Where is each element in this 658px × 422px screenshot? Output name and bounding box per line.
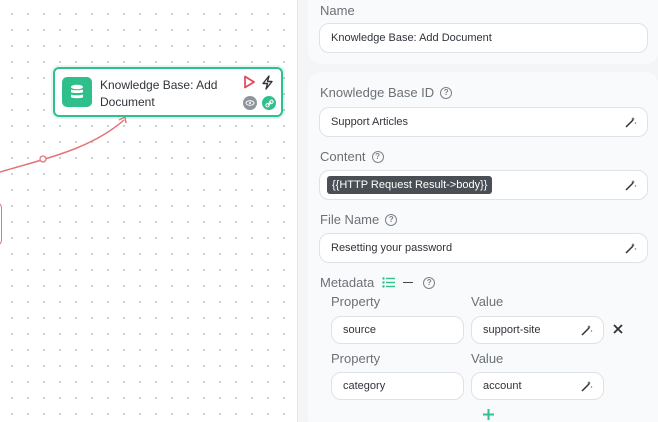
knowledge-base-id-label: Knowledge Base ID ? (320, 85, 453, 100)
link-badge-icon[interactable] (262, 96, 276, 110)
metadata-property-input[interactable]: source (331, 316, 464, 344)
node-title: Knowledge Base: Add Document (100, 78, 218, 109)
file-name-input[interactable]: Resetting your password (319, 233, 648, 263)
metadata-value-input[interactable]: account (471, 372, 604, 400)
help-icon[interactable]: ? (371, 150, 384, 163)
magic-wand-icon[interactable] (624, 179, 637, 192)
magic-wand-icon[interactable] (580, 324, 593, 337)
value-header: Value (471, 294, 504, 309)
value-header: Value (471, 351, 504, 366)
metadata-label: Metadata ? (320, 275, 436, 290)
eye-badge-icon[interactable] (243, 96, 257, 110)
metadata-property-input[interactable]: category (331, 372, 464, 400)
edge-connector (0, 115, 127, 173)
knowledge-base-id-input[interactable]: Support Articles (319, 107, 648, 137)
help-icon[interactable]: ? (440, 86, 453, 99)
file-name-label: File Name ? (320, 212, 398, 227)
content-label: Content ? (320, 149, 384, 164)
property-header: Property (331, 351, 381, 366)
add-row-icon[interactable] (482, 408, 495, 421)
database-icon (62, 77, 92, 107)
metadata-value-input[interactable]: support-site (471, 316, 604, 344)
fields-card: Knowledge Base ID ? Support Articles Con… (308, 72, 658, 422)
property-header: Property (331, 294, 381, 309)
variable-token[interactable]: {{HTTP Request Result->body}} (327, 176, 493, 194)
minus-icon[interactable] (403, 281, 414, 284)
node-settings-panel: Name Knowledge Base: Add Document Knowle… (297, 0, 658, 422)
play-icon[interactable] (243, 75, 256, 89)
previous-node[interactable] (0, 202, 2, 246)
help-icon[interactable]: ? (423, 276, 436, 289)
name-label: Name (320, 3, 355, 18)
magic-wand-icon[interactable] (580, 380, 593, 393)
knowledge-base-node[interactable]: Knowledge Base: Add Document (53, 67, 283, 117)
name-card: Name Knowledge Base: Add Document (308, 0, 658, 64)
workflow-canvas[interactable]: Knowledge Base: Add Document (0, 0, 300, 422)
close-icon[interactable] (613, 324, 623, 334)
content-input[interactable]: {{HTTP Request Result->body}} (319, 170, 648, 200)
list-icon[interactable] (382, 277, 396, 288)
magic-wand-icon[interactable] (624, 242, 637, 255)
lightning-icon[interactable] (261, 75, 274, 90)
name-input[interactable]: Knowledge Base: Add Document (319, 23, 648, 53)
help-icon[interactable]: ? (385, 213, 398, 226)
magic-wand-icon[interactable] (624, 116, 637, 129)
